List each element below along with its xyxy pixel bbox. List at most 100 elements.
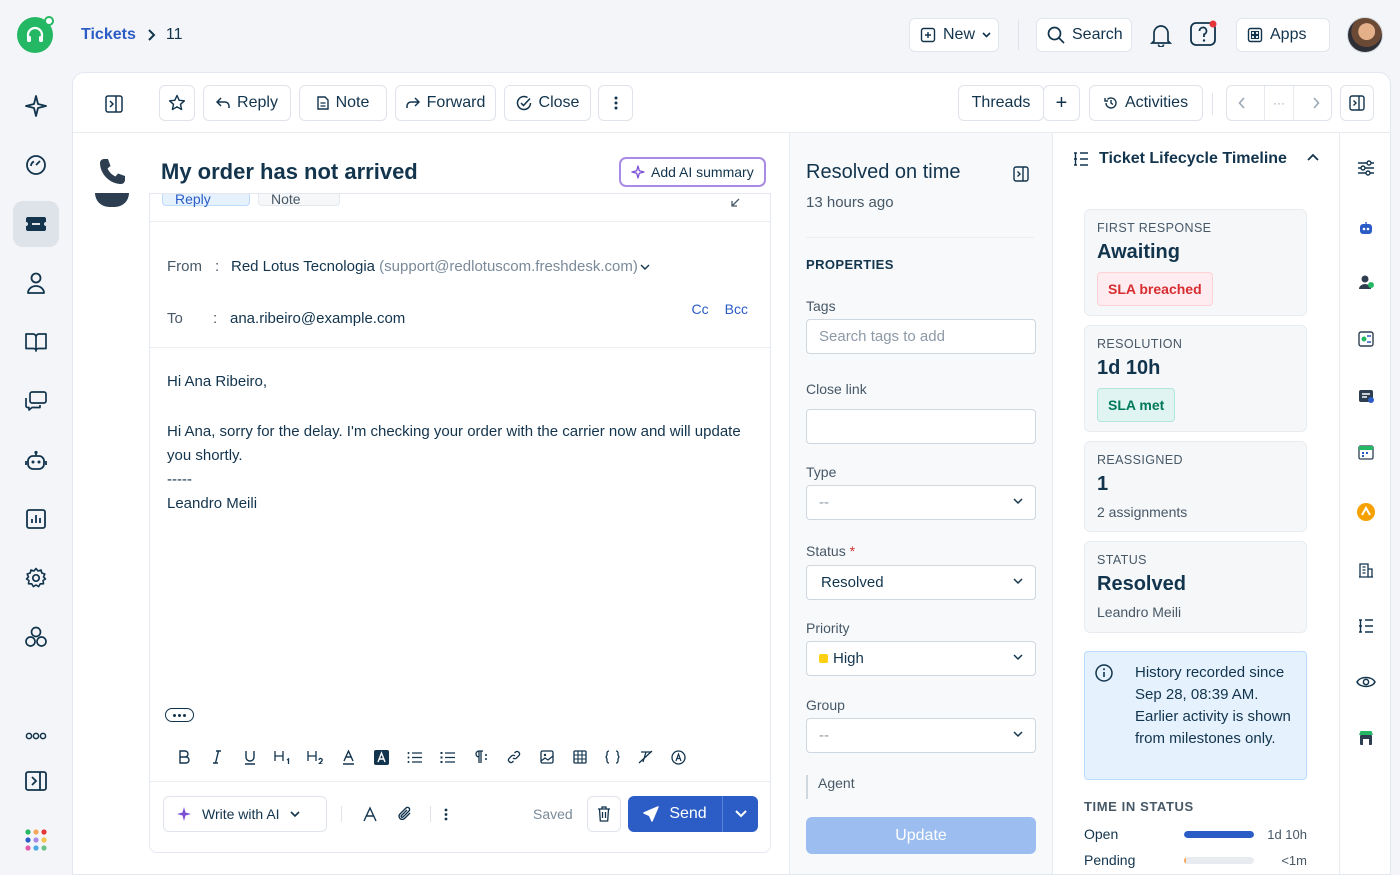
help-icon[interactable] bbox=[1189, 19, 1219, 49]
collapse-editor-icon[interactable] bbox=[728, 196, 742, 210]
crm-app-icon[interactable] bbox=[1353, 383, 1379, 409]
attachment-icon[interactable] bbox=[395, 804, 415, 824]
sidebar-expand-button[interactable] bbox=[13, 758, 59, 804]
from-email[interactable]: (support@redlotuscom.freshdesk.com) bbox=[379, 258, 638, 275]
calendar-app-icon[interactable] bbox=[1353, 439, 1379, 465]
heading-2-icon[interactable] bbox=[299, 747, 332, 767]
more-options-icon[interactable] bbox=[440, 806, 452, 822]
next-ticket-button[interactable] bbox=[1301, 97, 1331, 109]
timeline-app-icon[interactable] bbox=[1353, 613, 1379, 639]
sidebar-item-contacts[interactable] bbox=[13, 260, 59, 306]
bell-icon[interactable] bbox=[1149, 22, 1173, 48]
close-ticket-button-label: Close bbox=[538, 94, 580, 111]
clear-formatting-icon[interactable] bbox=[629, 747, 662, 767]
more-actions-button[interactable] bbox=[598, 85, 633, 121]
show-quoted-text-button[interactable] bbox=[165, 708, 194, 722]
sidebar-item-product-switcher[interactable] bbox=[13, 817, 59, 863]
priority-select[interactable]: High bbox=[806, 641, 1036, 676]
collapse-list-button[interactable] bbox=[101, 93, 127, 115]
star-button[interactable] bbox=[159, 85, 195, 121]
store-app-icon[interactable] bbox=[1353, 725, 1379, 751]
table-icon[interactable] bbox=[563, 747, 596, 767]
orange-app-icon[interactable] bbox=[1353, 499, 1379, 525]
sidebar-item-forums[interactable] bbox=[13, 378, 59, 424]
update-button[interactable]: Update bbox=[806, 817, 1036, 854]
activities-button[interactable]: Activities bbox=[1089, 85, 1203, 121]
breadcrumb-tickets-link[interactable]: Tickets bbox=[81, 26, 136, 44]
message-body[interactable]: Hi Ana Ribeiro, Hi Ana, sorry for the de… bbox=[167, 370, 747, 516]
send-options-button[interactable] bbox=[723, 810, 758, 818]
code-braces-icon[interactable] bbox=[596, 747, 629, 767]
chevron-down-icon[interactable] bbox=[640, 263, 650, 271]
tab-reply[interactable]: Reply bbox=[162, 194, 250, 207]
font-style-icon[interactable] bbox=[360, 804, 380, 824]
bullet-list-icon[interactable] bbox=[431, 747, 464, 767]
freshdesk-logo-icon[interactable] bbox=[17, 16, 54, 53]
add-thread-button[interactable]: + bbox=[1043, 85, 1080, 121]
search-button[interactable]: Search bbox=[1036, 18, 1132, 52]
cc-link[interactable]: Cc bbox=[692, 301, 709, 317]
agent-field[interactable]: Agent bbox=[806, 775, 855, 799]
send-button[interactable]: Send bbox=[628, 796, 723, 832]
apps-button[interactable]: Apps bbox=[1236, 18, 1330, 52]
tags-input[interactable]: Search tags to add bbox=[806, 319, 1036, 354]
sidebar-item-freddy-ai[interactable] bbox=[13, 83, 59, 129]
reply-button[interactable]: Reply bbox=[203, 85, 291, 121]
sidebar-item-more[interactable] bbox=[13, 713, 59, 759]
write-with-ai-button[interactable]: Write with AI bbox=[163, 796, 327, 832]
type-select[interactable]: -- bbox=[806, 485, 1036, 520]
ticket-position-menu[interactable]: ··· bbox=[1263, 86, 1295, 120]
filter-sliders-icon[interactable] bbox=[1353, 155, 1379, 181]
italic-icon[interactable] bbox=[200, 747, 233, 767]
heading-1-icon[interactable] bbox=[266, 747, 299, 767]
bcc-link[interactable]: Bcc bbox=[725, 301, 748, 317]
note-button[interactable]: Note bbox=[299, 85, 387, 121]
previous-ticket-button[interactable] bbox=[1227, 97, 1257, 109]
resolution-card: RESOLUTION 1d 10h SLA met bbox=[1084, 325, 1307, 432]
sidebar-item-tickets[interactable] bbox=[13, 201, 59, 247]
bot-app-icon[interactable] bbox=[1353, 215, 1379, 241]
breadcrumb: Tickets 11 bbox=[81, 26, 182, 44]
sidebar-item-admin[interactable] bbox=[13, 555, 59, 601]
bold-icon[interactable] bbox=[167, 747, 200, 767]
send-split-button: Send bbox=[628, 796, 758, 832]
sidebar-item-dashboard[interactable] bbox=[13, 142, 59, 188]
close-ticket-button[interactable]: Close bbox=[504, 85, 591, 121]
add-ai-summary-button[interactable]: Add AI summary bbox=[619, 157, 766, 187]
sidebar-item-solutions[interactable] bbox=[13, 319, 59, 365]
status-card-agent: Leandro Meili bbox=[1097, 604, 1182, 620]
integration-app-icon[interactable] bbox=[1353, 326, 1379, 352]
new-button[interactable]: New bbox=[909, 18, 999, 52]
tab-note[interactable]: Note bbox=[258, 194, 340, 207]
contact-app-icon[interactable] bbox=[1353, 269, 1379, 295]
chevron-down-icon bbox=[289, 810, 300, 818]
building-app-icon[interactable] bbox=[1353, 557, 1379, 583]
chevron-up-icon[interactable] bbox=[1307, 153, 1319, 161]
close-link-input[interactable] bbox=[806, 409, 1036, 444]
time-in-status-row: Open 1d 10h bbox=[1084, 826, 1307, 842]
numbered-list-icon[interactable] bbox=[398, 747, 431, 767]
underline-icon[interactable] bbox=[233, 747, 266, 767]
highlight-color-icon[interactable] bbox=[365, 747, 398, 767]
sidebar-item-bots[interactable] bbox=[13, 438, 59, 484]
discard-draft-button[interactable] bbox=[587, 796, 621, 832]
sidebar-item-marketplace[interactable] bbox=[13, 614, 59, 660]
from-row: From : Red Lotus Tecnologia (support@red… bbox=[167, 258, 650, 275]
threads-button[interactable]: Threads bbox=[958, 85, 1044, 121]
collapse-properties-icon[interactable] bbox=[1012, 165, 1030, 183]
link-icon[interactable] bbox=[497, 747, 530, 767]
to-email[interactable]: ana.ribeiro@example.com bbox=[230, 310, 405, 327]
text-color-icon[interactable] bbox=[332, 747, 365, 767]
paragraph-icon[interactable] bbox=[464, 747, 497, 767]
forward-button[interactable]: Forward bbox=[395, 85, 496, 121]
timeline-header[interactable]: Ticket Lifecycle Timeline bbox=[1073, 150, 1287, 168]
collapse-sidebar-button[interactable] bbox=[1340, 85, 1374, 121]
from-name[interactable]: Red Lotus Tecnologia bbox=[231, 258, 375, 275]
sidebar-item-analytics[interactable] bbox=[13, 496, 59, 542]
status-select[interactable]: Resolved bbox=[806, 565, 1036, 600]
canned-response-icon[interactable] bbox=[662, 747, 695, 767]
eye-icon[interactable] bbox=[1353, 669, 1379, 695]
image-icon[interactable] bbox=[530, 747, 563, 767]
group-select[interactable]: -- bbox=[806, 718, 1036, 753]
user-avatar[interactable] bbox=[1347, 17, 1383, 53]
